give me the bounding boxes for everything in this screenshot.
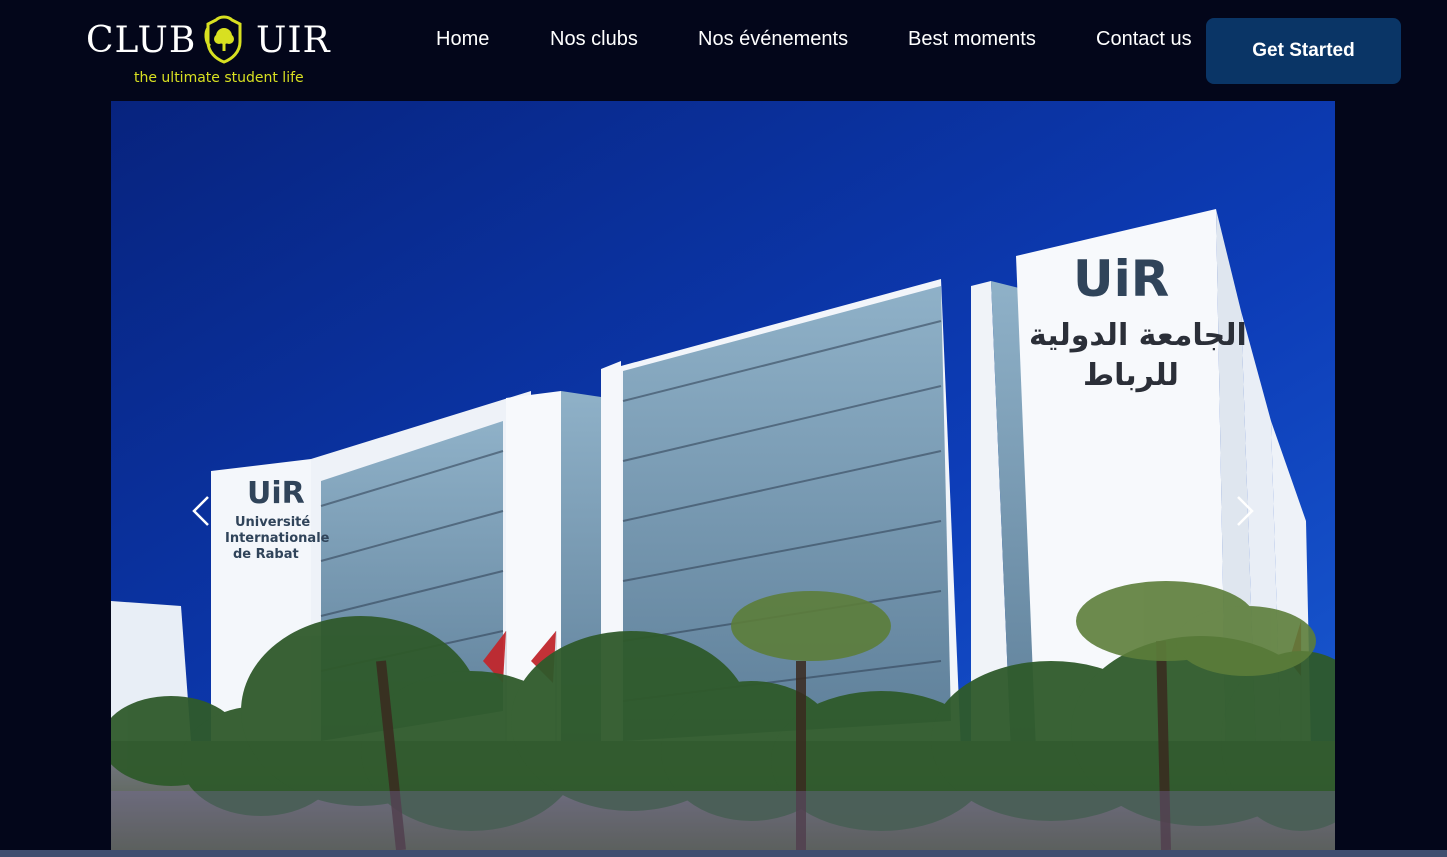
get-started-button[interactable]: Get Started [1206, 18, 1401, 84]
nav-best-moments[interactable]: Best moments [908, 28, 1036, 51]
signage-ar-line2: للرباط [1083, 358, 1179, 393]
nav-contact-us[interactable]: Contact us [1096, 28, 1192, 51]
chevron-right-icon [1237, 496, 1254, 526]
signage-fr-line3: de Rabat [233, 547, 299, 562]
carousel-prev-button[interactable] [184, 491, 224, 531]
signage-ar-line1: الجامعة الدولية [1029, 318, 1247, 353]
bottom-strip [0, 850, 1447, 857]
hero-carousel: UiR Université Internationale de Rabat U… [111, 101, 1335, 850]
building-logo-mark: UiR [247, 476, 305, 511]
brand-title-right: UIR [256, 20, 331, 61]
site-header: CLUB UIR the ultimate student life Home … [0, 0, 1447, 100]
nav-nos-clubs[interactable]: Nos clubs [550, 28, 638, 51]
club-badge-icon [204, 15, 242, 64]
page: CLUB UIR the ultimate student life Home … [0, 0, 1447, 857]
brand-tagline: the ultimate student life [134, 70, 304, 86]
brand-title-left: CLUB [86, 20, 197, 61]
carousel-next-button[interactable] [1222, 491, 1262, 531]
building-logo-mark-large: UiR [1073, 250, 1169, 308]
signage-fr-line1: Université [235, 515, 310, 530]
campus-building-image: UiR Université Internationale de Rabat U… [111, 101, 1335, 850]
nav-home[interactable]: Home [436, 28, 489, 51]
brand-logo[interactable]: CLUB UIR the ultimate student life [86, 12, 346, 92]
nav-nos-evenements[interactable]: Nos événements [698, 28, 848, 51]
signage-fr-line2: Internationale [225, 531, 330, 546]
chevron-left-icon [192, 496, 209, 526]
